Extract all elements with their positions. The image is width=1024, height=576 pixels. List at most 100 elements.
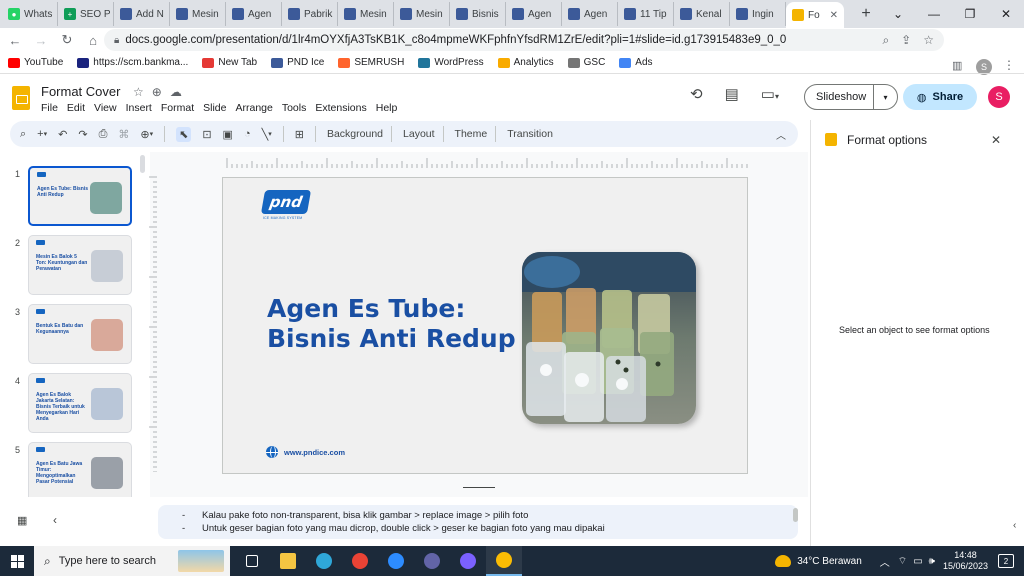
star-icon[interactable]: ☆ [133,85,144,99]
menu-item-view[interactable]: View [94,102,117,114]
cloud-saved-icon[interactable]: ☁ [170,85,182,99]
background-button[interactable]: Background [327,128,383,140]
menu-item-slide[interactable]: Slide [203,102,226,114]
bookmark-item[interactable]: Ads [619,57,653,68]
move-folder-icon[interactable]: ⊕ [152,85,162,99]
show-side-panel-icon[interactable]: ‹ [1013,520,1016,531]
share-button[interactable]: ◍ Share [903,84,977,110]
weather-widget[interactable]: 34°C Berawan [775,555,862,567]
omnibox[interactable]: 🔒︎ docs.google.com/presentation/d/1lr4mO… [104,29,944,51]
menu-item-format[interactable]: Format [161,102,194,114]
zoom-icon[interactable]: ⌕ [882,33,889,48]
filmstrip-scrollbar[interactable] [140,155,145,173]
edge-taskbar-icon[interactable] [306,546,342,576]
forward-icon[interactable]: → [30,29,52,51]
bookmark-item[interactable]: Analytics [497,57,554,68]
volume-icon[interactable]: 🕪︎ [929,556,935,567]
grid-view-icon[interactable]: ▦ [17,514,27,527]
battery-icon[interactable]: ▭ [913,556,922,567]
back-icon[interactable]: ← [4,29,26,51]
browser-tab[interactable]: Agen [226,2,282,26]
menu-item-insert[interactable]: Insert [126,102,152,114]
browser-tab[interactable]: 11 Tip [618,2,674,26]
zoom-taskbar-icon[interactable] [378,546,414,576]
tab-search-icon[interactable]: ⌄ [880,0,916,28]
notes-scrollbar[interactable] [793,508,798,522]
bookmark-item[interactable]: GSC [567,57,605,68]
chrome-active-taskbar-icon[interactable] [486,546,522,576]
chrome-taskbar-icon[interactable] [342,546,378,576]
comment-add-icon[interactable]: ⊞ [295,128,304,141]
select-cursor-icon[interactable]: ⬉ [176,126,192,142]
tab-active[interactable]: Fo ✕ [786,2,844,28]
notes-resize-handle[interactable] [463,487,495,488]
new-slide-icon[interactable]: + ▾ [37,128,47,140]
browser-tab[interactable]: + SEO P [58,2,114,26]
taskbar-search[interactable]: ⌕ Type here to search [34,546,230,576]
browser-tab[interactable]: Pabrik [282,2,338,26]
filmstrip-slide[interactable]: 4 Agen Es Balok Jakarta Selatan: Bisnis T… [10,359,140,435]
version-history-icon[interactable]: ⟲ [690,85,703,103]
print-icon[interactable]: ⎙ [99,128,108,141]
collapse-menus-icon[interactable]: ︿ [776,127,786,142]
menu-item-tools[interactable]: Tools [282,102,307,114]
slide-thumbnail[interactable]: Mesin Es Balok 5 Ton: Keuntungan dan Per… [28,235,132,295]
browser-tab[interactable]: ● Whats [2,2,58,26]
search-menus-icon[interactable]: ⌕ [20,128,26,141]
bookmark-item[interactable]: https://scm.bankma... [77,57,188,68]
menu-item-arrange[interactable]: Arrange [235,102,272,114]
menu-item-help[interactable]: Help [376,102,398,114]
user-avatar[interactable]: S [988,86,1010,108]
slideshow-button[interactable]: Slideshow ▾ [804,84,898,110]
line-icon[interactable]: ╲ ▾ [262,128,272,141]
paint-format-icon[interactable]: ⌘ [118,128,129,141]
theme-button[interactable]: Theme [455,128,488,140]
clock[interactable]: 14:48 15/06/2023 [943,550,988,573]
browser-tab[interactable]: Kenal [674,2,730,26]
teams-taskbar-icon[interactable] [414,546,450,576]
share-page-icon[interactable]: ⇪ [901,33,911,48]
browser-tab[interactable]: Mesin [338,2,394,26]
bookmark-item[interactable]: New Tab [202,57,257,68]
website-footer[interactable]: www.pndice.com [266,446,345,458]
start-button[interactable] [0,546,34,576]
slides-logo-icon[interactable] [12,86,30,110]
image-icon[interactable]: ▣ [223,128,233,141]
redo-icon[interactable]: ↷ [78,128,87,141]
tray-up-icon[interactable]: ︿ [880,554,890,569]
file-explorer-taskbar-icon[interactable] [270,546,306,576]
menu-item-file[interactable]: File [41,102,58,114]
lock-icon[interactable]: 🔒︎ [114,35,119,46]
url-text[interactable]: docs.google.com/presentation/d/1lr4mOYXf… [125,34,786,46]
home-icon[interactable]: ⌂ [82,29,104,51]
slideshow-dropdown-icon[interactable]: ▾ [874,93,897,102]
browser-tab[interactable]: Agen [562,2,618,26]
browser-tab[interactable]: Mesin [394,2,450,26]
bookmark-star-icon[interactable]: ☆ [923,33,934,48]
undo-icon[interactable]: ↶ [58,128,67,141]
slide-thumbnail[interactable]: Agen Es Tube: Bisnis Anti Redup [28,166,132,226]
filmstrip-slide[interactable]: 2 Mesin Es Balok 5 Ton: Keuntungan dan Pe… [10,221,140,297]
filmstrip-slide[interactable]: 5 Agen Es Batu Jawa Timur: Mengoptimalkan… [10,428,140,497]
filmstrip-slide[interactable]: 1 Agen Es Tube: Bisnis Anti Redup [10,152,140,228]
slide-thumbnail[interactable]: Agen Es Batu Jawa Timur: Mengoptimalkan … [28,442,132,497]
menu-item-edit[interactable]: Edit [67,102,85,114]
current-slide[interactable]: pnd ICE MAKING SYSTEM Agen Es Tube: Bisn… [222,177,748,474]
notifications-icon[interactable]: 2 [998,554,1014,568]
filmstrip-slide[interactable]: 3 Bentuk Es Batu dan Kegunaannya [10,290,140,366]
collapse-filmstrip-icon[interactable]: ‹ [53,513,57,527]
slideshow-label[interactable]: Slideshow [805,85,874,109]
speaker-notes[interactable]: - Kalau pake foto non-transparent, bisa … [158,505,798,539]
comments-icon[interactable]: ▤ [725,85,739,103]
bookmark-item[interactable]: PND Ice [271,57,324,68]
browser-tab[interactable]: Mesin [170,2,226,26]
new-tab-button[interactable]: + [854,2,878,26]
bookmark-item[interactable]: YouTube [8,57,63,68]
slide-title[interactable]: Agen Es Tube: Bisnis Anti Redup [267,294,516,354]
layout-button[interactable]: Layout [403,128,435,140]
close-icon[interactable]: ✕ [991,133,1001,147]
iced-drinks-photo[interactable] [522,252,696,424]
restore-button[interactable]: ❐ [952,0,988,28]
media-taskbar-icon[interactable] [450,546,486,576]
bookmark-item[interactable]: WordPress [418,57,484,68]
